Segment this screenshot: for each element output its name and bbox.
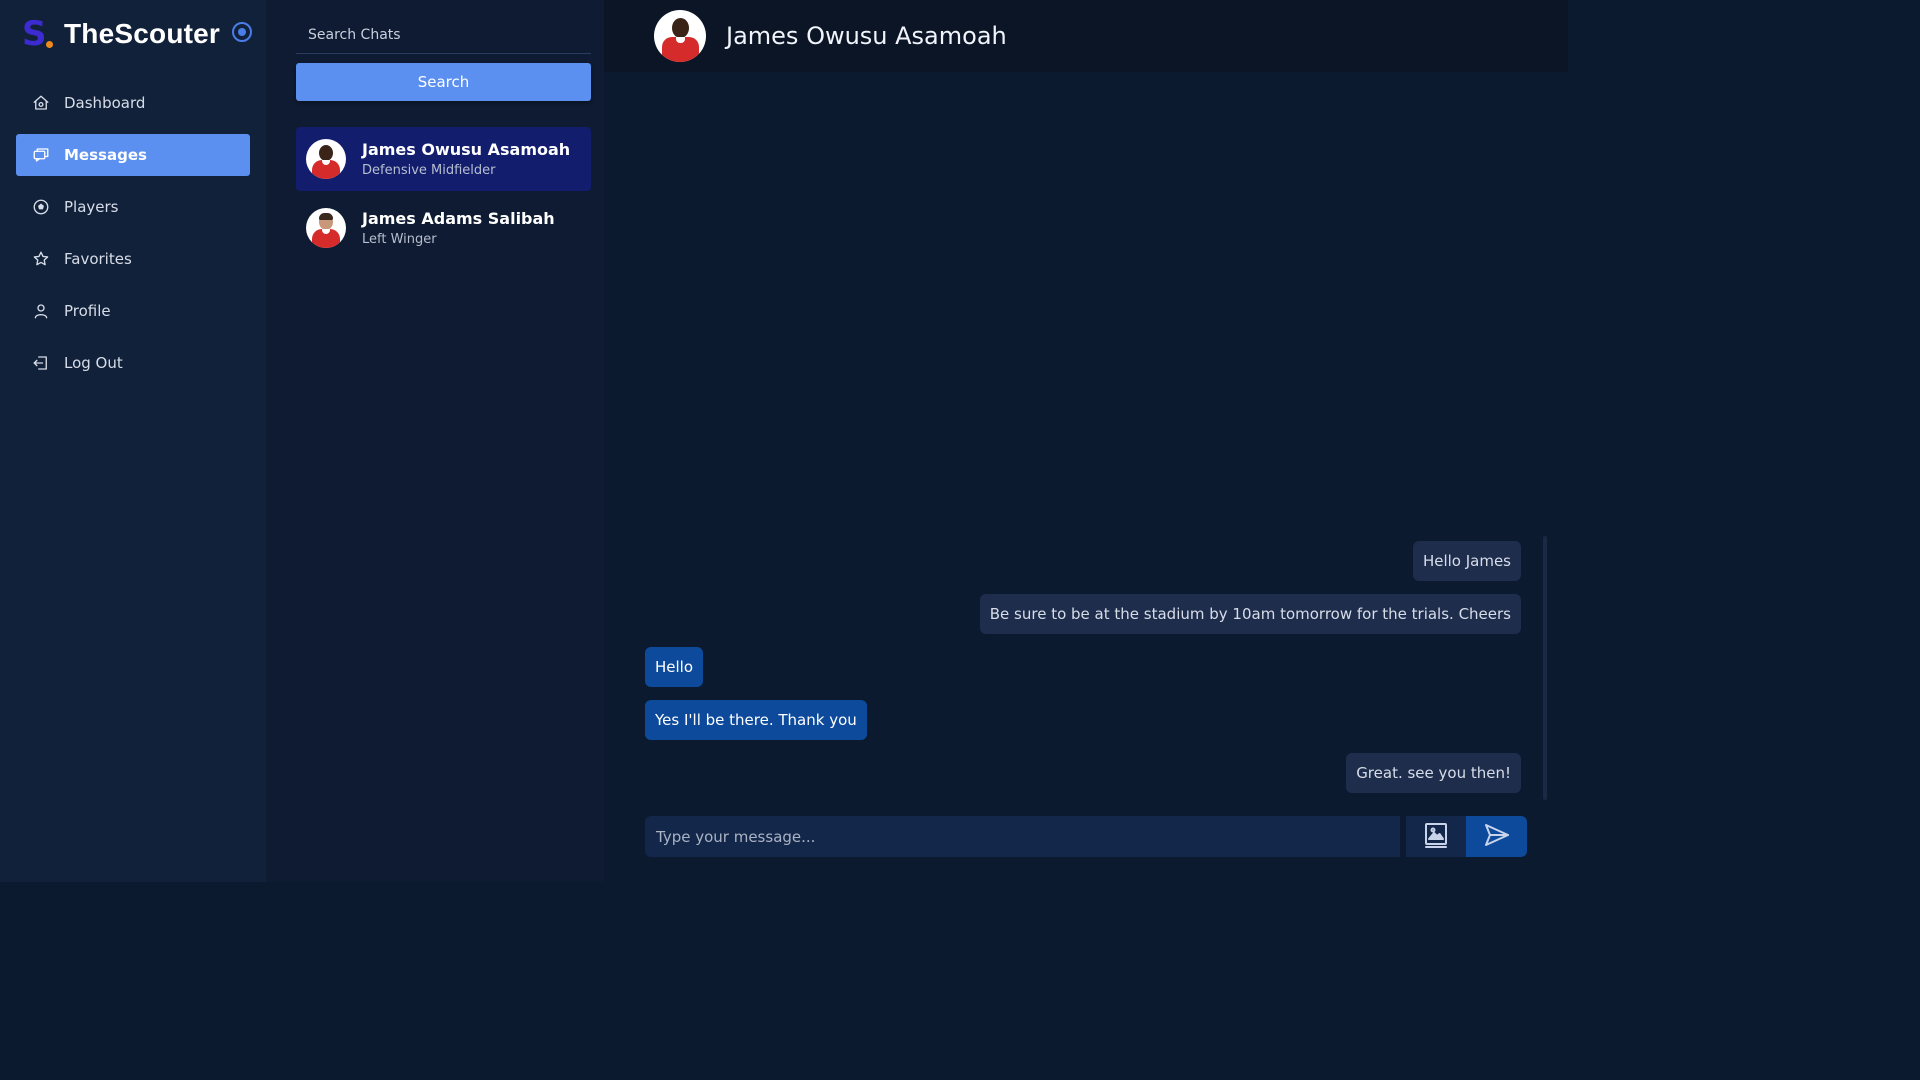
attach-image-button[interactable] xyxy=(1406,816,1466,857)
contact-name: James Owusu Asamoah xyxy=(362,140,571,159)
message-bubble-outgoing: Be sure to be at the stadium by 10am tom… xyxy=(979,594,1521,634)
sidebar-item-label: Dashboard xyxy=(64,94,146,112)
message-bubble-outgoing: Great. see you then! xyxy=(1346,753,1521,793)
sidebar-item-messages[interactable]: Messages xyxy=(16,134,250,176)
message-bubble-incoming: Yes I'll be there. Thank you xyxy=(645,700,867,740)
messages-scrollbar[interactable] xyxy=(1543,536,1547,800)
sidebar-item-label: Favorites xyxy=(64,250,132,268)
message-bubble-outgoing: Hello James xyxy=(1412,541,1521,581)
send-button[interactable] xyxy=(1466,816,1527,857)
soccer-ball-icon xyxy=(32,198,50,216)
contact-item-james-owusu-asamoah[interactable]: James Owusu Asamoah Defensive Midfielder xyxy=(296,127,591,191)
sidebar-item-dashboard[interactable]: Dashboard xyxy=(16,82,250,124)
target-icon xyxy=(232,22,253,42)
sidebar-item-label: Messages xyxy=(64,146,147,164)
message-bubble-incoming: Hello xyxy=(645,647,704,687)
message-input[interactable] xyxy=(645,816,1400,857)
sidebar-item-label: Players xyxy=(64,198,119,216)
chat-icon xyxy=(32,146,50,164)
send-icon xyxy=(1483,823,1511,850)
image-icon xyxy=(1424,822,1448,851)
contact-name: James Adams Salibah xyxy=(362,209,555,228)
contact-role: Defensive Midfielder xyxy=(362,163,496,178)
brand-name: TheScouter xyxy=(64,18,221,49)
avatar xyxy=(306,208,346,248)
search-button[interactable]: Search xyxy=(296,63,591,101)
sidebar-item-logout[interactable]: Log Out xyxy=(16,342,250,384)
chat-title: James Owusu Asamoah xyxy=(726,22,1007,50)
avatar[interactable] xyxy=(654,10,706,62)
contact-item-james-adams-salibah[interactable]: James Adams Salibah Left Winger xyxy=(296,196,591,260)
brand[interactable]: S TheScouter xyxy=(22,14,253,54)
sidebar: S TheScouter Dashboard Messages Players xyxy=(0,0,266,882)
sidebar-item-players[interactable]: Players xyxy=(16,186,250,228)
search-chats-input[interactable] xyxy=(296,16,591,54)
chat-header: James Owusu Asamoah xyxy=(604,0,1568,72)
star-icon xyxy=(32,250,50,268)
message-composer xyxy=(645,816,1527,857)
logout-icon xyxy=(32,354,50,372)
user-icon xyxy=(32,302,50,320)
sidebar-item-label: Profile xyxy=(64,302,111,320)
avatar xyxy=(306,139,346,179)
home-icon xyxy=(32,94,50,112)
chat-list-panel: Search James Owusu Asamoah Defensive Mid… xyxy=(266,0,604,882)
sidebar-item-favorites[interactable]: Favorites xyxy=(16,238,250,280)
sidebar-item-profile[interactable]: Profile xyxy=(16,290,250,332)
sidebar-nav: Dashboard Messages Players Favorites Pro… xyxy=(16,82,250,394)
sidebar-item-label: Log Out xyxy=(64,354,123,372)
contact-role: Left Winger xyxy=(362,232,437,247)
brand-logo: S xyxy=(22,14,54,54)
